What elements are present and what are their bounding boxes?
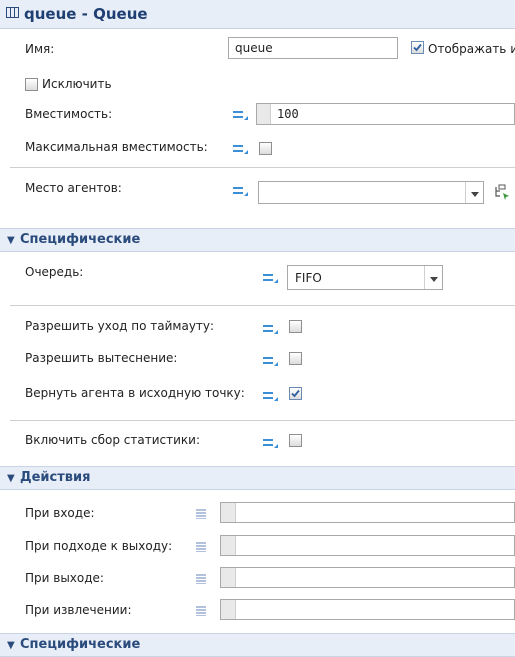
on-exit-label: При выходе: bbox=[25, 571, 104, 585]
checkmark-icon bbox=[413, 43, 422, 52]
code-field-icon[interactable] bbox=[196, 573, 206, 585]
on-remove-label: При извлечении: bbox=[25, 603, 132, 617]
capacity-input-value: 100 bbox=[277, 107, 299, 121]
on-remove-field[interactable] bbox=[220, 599, 515, 620]
statistics-checkbox[interactable] bbox=[289, 434, 302, 447]
max-capacity-checkbox[interactable] bbox=[259, 142, 272, 155]
chevron-down-icon bbox=[429, 271, 438, 285]
name-label: Имя: bbox=[25, 42, 55, 56]
section-specific[interactable]: ▼ Специфические bbox=[0, 228, 515, 252]
section-actions[interactable]: ▼ Действия bbox=[0, 466, 515, 490]
exclude-checkbox[interactable] bbox=[25, 78, 38, 91]
collapse-triangle-icon: ▼ bbox=[7, 235, 15, 246]
section-title: Специфические bbox=[20, 637, 141, 652]
checkmark-icon bbox=[291, 389, 300, 398]
dropdown-button[interactable] bbox=[465, 182, 483, 203]
section-title: Специфические bbox=[20, 232, 141, 247]
static-value-icon[interactable] bbox=[262, 390, 280, 402]
statistics-label: Включить сбор статистики: bbox=[25, 433, 200, 447]
static-value-icon[interactable] bbox=[262, 437, 280, 449]
preemption-checkbox[interactable] bbox=[289, 352, 302, 365]
field-gutter bbox=[221, 536, 236, 555]
collapse-triangle-icon: ▼ bbox=[7, 473, 15, 484]
agent-location-label: Место агентов: bbox=[25, 181, 122, 195]
capacity-input[interactable]: 100 bbox=[256, 103, 515, 125]
field-gutter bbox=[221, 600, 236, 619]
separator bbox=[10, 167, 515, 168]
dropdown-button[interactable] bbox=[424, 266, 442, 289]
section-specific-2[interactable]: ▼ Специфические bbox=[0, 633, 515, 657]
code-field-icon[interactable] bbox=[196, 508, 206, 520]
collapse-triangle-icon: ▼ bbox=[7, 640, 15, 651]
name-input[interactable]: queue bbox=[228, 37, 398, 59]
show-name-label: Отображать и bbox=[428, 42, 515, 56]
on-exit-field[interactable] bbox=[220, 567, 515, 588]
capacity-label: Вместимость: bbox=[25, 107, 113, 121]
static-value-icon[interactable] bbox=[232, 143, 250, 155]
on-exit-approach-field[interactable] bbox=[220, 535, 515, 556]
code-field-icon[interactable] bbox=[196, 541, 206, 553]
show-name-checkbox[interactable] bbox=[411, 41, 424, 54]
static-value-icon[interactable] bbox=[262, 323, 280, 335]
section-title: Действия bbox=[20, 470, 91, 485]
title-bar: queue - Queue bbox=[0, 0, 515, 29]
field-gutter bbox=[221, 503, 236, 522]
select-location-icon[interactable] bbox=[494, 184, 510, 203]
separator bbox=[10, 305, 515, 306]
queue-select-value: FIFO bbox=[295, 271, 322, 285]
chevron-down-icon bbox=[470, 186, 479, 200]
field-gutter bbox=[221, 568, 236, 587]
exclude-label: Исключить bbox=[42, 77, 112, 91]
preemption-label: Разрешить вытеснение: bbox=[25, 351, 178, 365]
on-enter-field[interactable] bbox=[220, 502, 515, 523]
queue-label: Очередь: bbox=[25, 265, 84, 279]
field-gutter bbox=[257, 104, 271, 124]
queue-block-icon bbox=[6, 7, 19, 18]
return-agent-checkbox[interactable] bbox=[289, 387, 302, 400]
queue-select[interactable]: FIFO bbox=[287, 265, 443, 290]
timeout-label: Разрешить уход по таймауту: bbox=[25, 319, 215, 333]
static-value-icon[interactable] bbox=[262, 272, 280, 284]
page-title: queue - Queue bbox=[24, 5, 148, 23]
return-agent-label: Вернуть агента в исходную точку: bbox=[25, 386, 245, 400]
static-value-icon[interactable] bbox=[232, 109, 250, 121]
name-input-value: queue bbox=[235, 41, 273, 55]
timeout-checkbox[interactable] bbox=[289, 320, 302, 333]
on-enter-label: При входе: bbox=[25, 506, 95, 520]
static-value-icon[interactable] bbox=[262, 355, 280, 367]
agent-location-combo[interactable] bbox=[258, 181, 484, 204]
on-exit-approach-label: При подходе к выходу: bbox=[25, 539, 173, 553]
max-capacity-label: Максимальная вместимость: bbox=[25, 140, 208, 154]
code-field-icon[interactable] bbox=[196, 605, 206, 617]
static-value-icon[interactable] bbox=[232, 185, 250, 197]
separator bbox=[10, 420, 515, 421]
